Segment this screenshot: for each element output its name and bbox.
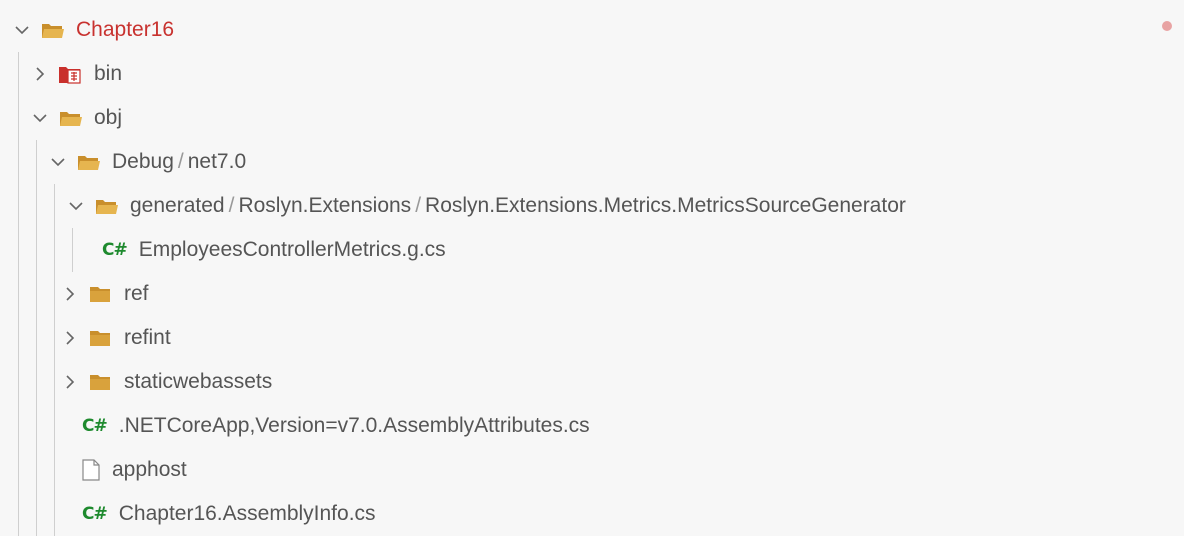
tree-node-generated[interactable]: generated / Roslyn.Extensions / Roslyn.Exten… xyxy=(0,184,1184,228)
modified-indicator-dot xyxy=(1162,21,1172,31)
node-label: refint xyxy=(124,326,171,349)
indent-guide xyxy=(18,228,19,272)
folder-icon xyxy=(86,370,114,394)
path-segment: generated xyxy=(130,194,225,217)
tree-node-assembly-info[interactable]: C# Chapter16.AssemblyInfo.cs xyxy=(0,492,1184,536)
chevron-right-icon[interactable] xyxy=(28,62,52,86)
open-folder-icon xyxy=(56,106,84,130)
indent-guide xyxy=(18,140,19,184)
indent-guide xyxy=(36,492,37,536)
chevron-down-icon[interactable] xyxy=(10,18,34,42)
indent-guide xyxy=(18,360,19,404)
indent-guide xyxy=(18,52,19,96)
indent-guide xyxy=(36,228,37,272)
csharp-file-icon: C# xyxy=(82,504,108,524)
chevron-right-icon[interactable] xyxy=(58,282,82,306)
solution-explorer-tree: Chapter16 bin obj Debug / net7.0 generat… xyxy=(0,0,1184,536)
indent-guide xyxy=(54,272,55,316)
chevron-right-icon[interactable] xyxy=(58,370,82,394)
indent-guide xyxy=(72,228,73,272)
tree-node-obj[interactable]: obj xyxy=(0,96,1184,140)
tree-node-ref[interactable]: ref xyxy=(0,272,1184,316)
node-label: Debug / net7.0 xyxy=(112,150,247,173)
chevron-down-icon[interactable] xyxy=(64,194,88,218)
indent-guide xyxy=(18,316,19,360)
indent-guide xyxy=(36,272,37,316)
node-label: Chapter16.AssemblyInfo.cs xyxy=(118,502,376,525)
indent-guide xyxy=(36,184,37,228)
indent-guide xyxy=(18,272,19,316)
node-label: obj xyxy=(94,106,123,129)
tree-node-chapter16[interactable]: Chapter16 xyxy=(0,8,1184,52)
chevron-down-icon[interactable] xyxy=(28,106,52,130)
excluded-folder-icon xyxy=(56,62,84,86)
indent-guide xyxy=(54,492,55,536)
indent-guide xyxy=(36,316,37,360)
csharp-file-icon: C# xyxy=(82,416,108,436)
indent-guide xyxy=(54,316,55,360)
indent-guide xyxy=(18,492,19,536)
indent-guide xyxy=(54,448,55,492)
path-segment: net7.0 xyxy=(187,150,247,173)
indent-guide xyxy=(54,184,55,228)
tree-node-bin[interactable]: bin xyxy=(0,52,1184,96)
path-segment: Roslyn.Extensions xyxy=(238,194,412,217)
indent-guide xyxy=(54,228,55,272)
node-label: ref xyxy=(124,282,149,305)
node-label: .NETCoreApp,Version=v7.0.AssemblyAttribu… xyxy=(118,414,590,437)
node-label: bin xyxy=(94,62,123,85)
indent-guide xyxy=(18,404,19,448)
open-folder-icon xyxy=(74,150,102,174)
indent-guide xyxy=(18,184,19,228)
node-label: apphost xyxy=(112,458,187,481)
tree-node-assembly-attributes[interactable]: C# .NETCoreApp,Version=v7.0.AssemblyAttr… xyxy=(0,404,1184,448)
file-icon xyxy=(82,459,112,481)
path-segment: Roslyn.Extensions.Metrics.MetricsSourceG… xyxy=(425,194,906,217)
tree-node-apphost[interactable]: apphost xyxy=(0,448,1184,492)
chevron-down-icon[interactable] xyxy=(46,150,70,174)
indent-guide xyxy=(36,360,37,404)
chevron-right-icon[interactable] xyxy=(58,326,82,350)
indent-guide xyxy=(54,404,55,448)
open-folder-icon xyxy=(92,194,120,218)
open-folder-icon xyxy=(38,18,66,42)
indent-guide xyxy=(54,360,55,404)
indent-guide xyxy=(36,140,37,184)
tree-node-debug-net70[interactable]: Debug / net7.0 xyxy=(0,140,1184,184)
indent-guide xyxy=(36,404,37,448)
folder-icon xyxy=(86,326,114,350)
path-segment: Debug xyxy=(112,150,174,173)
tree-node-refint[interactable]: refint xyxy=(0,316,1184,360)
indent-guide xyxy=(18,448,19,492)
indent-guide xyxy=(18,96,19,140)
node-label: staticwebassets xyxy=(124,370,273,393)
folder-icon xyxy=(86,282,114,306)
node-label: Chapter16 xyxy=(76,18,175,41)
tree-node-staticwebassets[interactable]: staticwebassets xyxy=(0,360,1184,404)
node-label: EmployeesControllerMetrics.g.cs xyxy=(138,238,446,261)
node-label: generated / Roslyn.Extensions / Roslyn.Exten… xyxy=(130,194,906,217)
tree-node-employees-controller-metrics[interactable]: C# EmployeesControllerMetrics.g.cs xyxy=(0,228,1184,272)
indent-guide xyxy=(36,448,37,492)
csharp-file-icon: C# xyxy=(102,240,128,260)
